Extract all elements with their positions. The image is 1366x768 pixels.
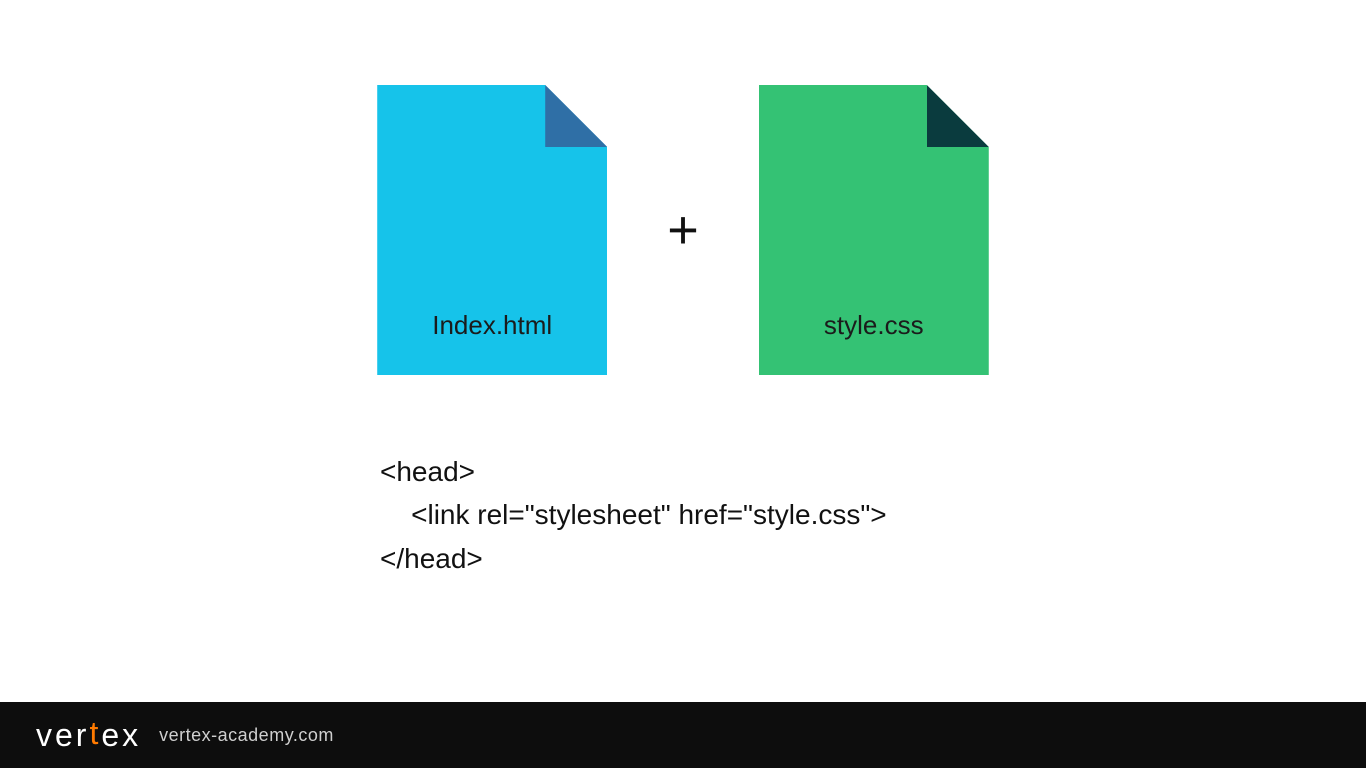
diagram-stage: Index.html + style.css <head> <link rel=… [0, 0, 1366, 768]
brand-text-post: ex [101, 717, 141, 754]
file-css: style.css [759, 85, 989, 375]
file-fold-icon [545, 85, 607, 147]
brand-text-pre: ver [36, 717, 89, 754]
code-snippet: <head> <link rel="stylesheet" href="styl… [380, 450, 887, 580]
files-row: Index.html + style.css [0, 85, 1366, 375]
code-line: <link rel="stylesheet" href="style.css"> [380, 499, 887, 530]
file-html: Index.html [377, 85, 607, 375]
file-css-label: style.css [759, 310, 989, 341]
code-line: </head> [380, 543, 483, 574]
footer-url: vertex-academy.com [159, 725, 334, 746]
brand-logo: vertex [36, 717, 141, 754]
code-line: <head> [380, 456, 475, 487]
footer-bar: vertex vertex-academy.com [0, 702, 1366, 768]
file-html-label: Index.html [377, 310, 607, 341]
plus-icon: + [667, 203, 699, 257]
brand-text-accent: t [89, 715, 101, 752]
file-fold-icon [927, 85, 989, 147]
